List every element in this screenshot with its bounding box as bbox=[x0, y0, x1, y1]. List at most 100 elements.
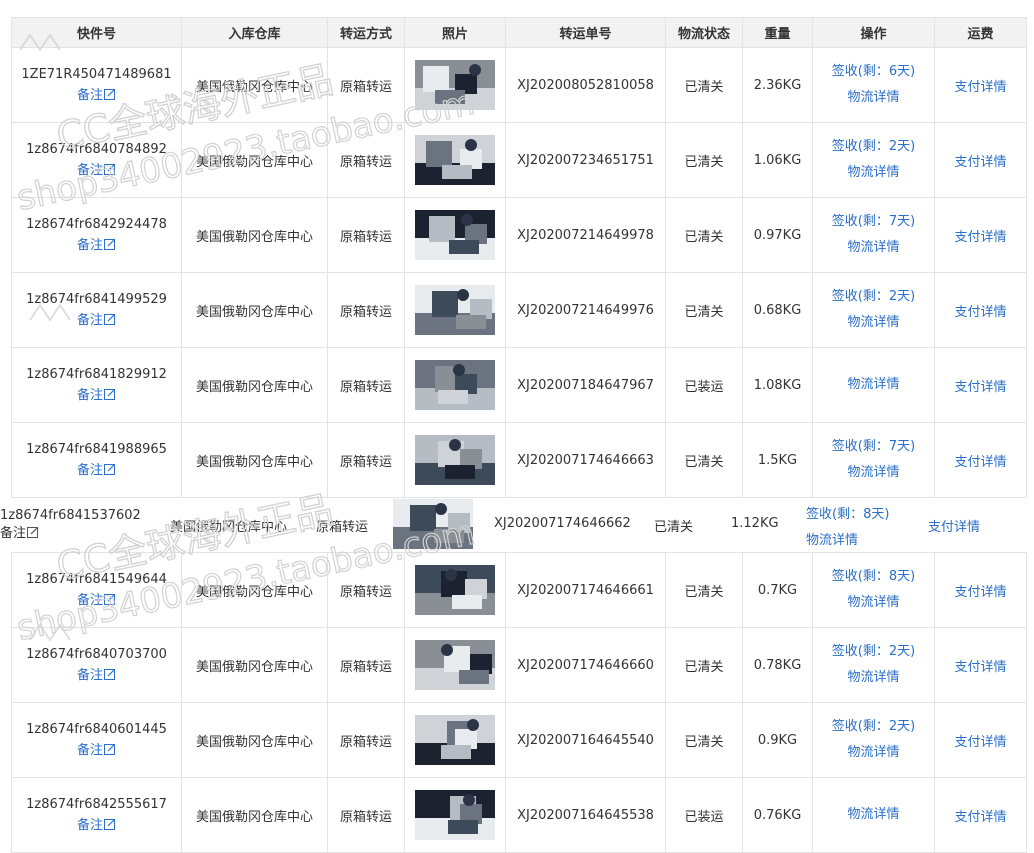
note-button[interactable]: 备注 bbox=[77, 161, 116, 181]
pay-detail-link[interactable]: 支付详情 bbox=[954, 810, 1006, 825]
note-button[interactable]: 备注 bbox=[77, 816, 116, 836]
package-photo[interactable] bbox=[415, 715, 495, 765]
logistics-detail-link[interactable]: 物流详情 bbox=[814, 802, 934, 828]
warehouse-name: 美国俄勒冈仓库中心 bbox=[195, 79, 313, 95]
note-label: 备注 bbox=[76, 743, 103, 758]
photo-cell bbox=[404, 272, 506, 348]
transfer-number: XJ202007174646663 bbox=[517, 452, 654, 468]
logistics-detail-link[interactable]: 物流详情 bbox=[814, 460, 934, 486]
package-photo[interactable] bbox=[415, 210, 495, 260]
logistics-detail-link[interactable]: 物流详情 bbox=[814, 160, 934, 186]
package-weight: 0.9KG bbox=[757, 732, 798, 748]
table-row: 1z8674fr6841829912 备注 美国俄勒冈仓库中心 原箱转运 XJ20200… bbox=[11, 347, 1027, 423]
sign-receipt-link[interactable]: 签收(剩：2天) bbox=[814, 284, 934, 310]
sign-receipt-link[interactable]: 签收(剩：8天) bbox=[814, 564, 934, 590]
method-cell: 原箱转运 bbox=[327, 197, 405, 273]
sign-receipt-link[interactable]: 签收(剩：7天) bbox=[814, 434, 934, 460]
pay-detail-link[interactable]: 支付详情 bbox=[954, 305, 1006, 320]
note-button[interactable]: 备注 bbox=[77, 386, 116, 406]
table-row: 1z8674fr6841988965 备注 美国俄勒冈仓库中心 原箱转运 XJ20200… bbox=[11, 422, 1027, 498]
pay-detail-link[interactable]: 支付详情 bbox=[954, 380, 1006, 395]
tracking-number: 1z8674fr6841549644 bbox=[26, 572, 167, 587]
sign-receipt-link[interactable]: 签收(剩：2天) bbox=[814, 714, 934, 740]
table-row: 1z8674fr6841499529 备注 美国俄勒冈仓库中心 原箱转运 XJ20200… bbox=[11, 272, 1027, 348]
freight-cell: 支付详情 bbox=[934, 47, 1027, 123]
method-cell: 原箱转运 bbox=[327, 122, 405, 198]
freight-cell: 支付详情 bbox=[934, 347, 1027, 423]
package-photo[interactable] bbox=[415, 60, 495, 110]
logistics-detail-link[interactable]: 物流详情 bbox=[806, 529, 858, 548]
warehouse-cell: 美国俄勒冈仓库中心 bbox=[181, 122, 328, 198]
logistics-status: 已装运 bbox=[684, 379, 724, 395]
logistics-detail-link[interactable]: 物流详情 bbox=[814, 85, 934, 111]
edit-icon bbox=[104, 464, 115, 475]
freight-cell: 支付详情 bbox=[934, 552, 1027, 628]
package-photo[interactable] bbox=[415, 790, 495, 840]
note-button[interactable]: 备注 bbox=[77, 591, 116, 611]
tracking-cell: 1z8674fr6841829912 备注 bbox=[11, 347, 182, 423]
logistics-status: 已清关 bbox=[684, 584, 724, 600]
tracking-cell: 1z8674fr6842555617 备注 bbox=[11, 777, 182, 853]
note-button[interactable]: 备注 bbox=[77, 311, 116, 331]
note-label: 备注 bbox=[76, 668, 103, 683]
sign-receipt-link[interactable]: 签收(剩：8天) bbox=[806, 503, 889, 522]
sign-receipt-link[interactable]: 签收(剩：6天) bbox=[814, 59, 934, 85]
package-photo[interactable] bbox=[415, 565, 495, 615]
pay-detail-link[interactable]: 支付详情 bbox=[928, 516, 980, 535]
transfer-method: 原箱转运 bbox=[339, 584, 392, 600]
warehouse-cell: 美国俄勒冈仓库中心 bbox=[181, 422, 328, 498]
package-photo[interactable] bbox=[415, 435, 495, 485]
weight-cell: 0.7KG bbox=[742, 552, 813, 628]
actions-cell: 签收(剩：8天) 物流详情 bbox=[812, 552, 935, 628]
col-header-photo: 照片 bbox=[404, 17, 506, 48]
logistics-detail-link[interactable]: 物流详情 bbox=[814, 590, 934, 616]
pay-detail-link[interactable]: 支付详情 bbox=[954, 660, 1006, 675]
pay-detail-link[interactable]: 支付详情 bbox=[954, 735, 1006, 750]
edit-icon bbox=[104, 314, 115, 325]
sign-receipt-link[interactable]: 签收(剩：2天) bbox=[814, 639, 934, 665]
logistics-status: 已清关 bbox=[684, 659, 724, 675]
note-button[interactable]: 备注 bbox=[77, 461, 116, 481]
table-row: 1z8674fr6841549644 备注 美国俄勒冈仓库中心 原箱转运 XJ20200… bbox=[11, 552, 1027, 628]
method-cell: 原箱转运 bbox=[327, 422, 405, 498]
pay-detail-link[interactable]: 支付详情 bbox=[954, 230, 1006, 245]
actions-cell: 签收(剩：6天) 物流详情 bbox=[812, 47, 935, 123]
edit-icon bbox=[104, 744, 115, 755]
actions-cell: 签收(剩：2天) 物流详情 bbox=[812, 272, 935, 348]
pay-detail-link[interactable]: 支付详情 bbox=[954, 80, 1006, 95]
sign-receipt-link[interactable]: 签收(剩：2天) bbox=[814, 134, 934, 160]
logistics-detail-link[interactable]: 物流详情 bbox=[814, 372, 934, 398]
warehouse-name: 美国俄勒冈仓库中心 bbox=[195, 809, 313, 825]
pay-detail-link[interactable]: 支付详情 bbox=[954, 455, 1006, 470]
photo-cell bbox=[404, 627, 506, 703]
note-label: 备注 bbox=[76, 818, 103, 833]
transfer-method: 原箱转运 bbox=[339, 79, 392, 95]
actions-cell: 签收(剩：2天) 物流详情 bbox=[812, 702, 935, 778]
note-button[interactable]: 备注 bbox=[77, 741, 116, 761]
weight-cell: 0.76KG bbox=[742, 777, 813, 853]
package-photo[interactable] bbox=[415, 285, 495, 335]
edit-icon bbox=[104, 594, 115, 605]
logistics-status: 已清关 bbox=[684, 304, 724, 320]
note-button[interactable]: 备注 bbox=[77, 236, 116, 256]
note-button[interactable]: 备注 bbox=[77, 666, 116, 686]
logistics-detail-link[interactable]: 物流详情 bbox=[814, 235, 934, 261]
note-button[interactable]: 备注 bbox=[0, 525, 39, 543]
transfer-cell: XJ202007174646663 bbox=[505, 422, 666, 498]
transfer-method: 原箱转运 bbox=[339, 229, 392, 245]
tracking-cell: 1z8674fr6840784892 备注 bbox=[11, 122, 182, 198]
warehouse-name: 美国俄勒冈仓库中心 bbox=[195, 659, 313, 675]
note-button[interactable]: 备注 bbox=[77, 86, 116, 106]
note-label: 备注 bbox=[76, 88, 103, 103]
package-photo[interactable] bbox=[415, 640, 495, 690]
package-photo[interactable] bbox=[393, 499, 473, 549]
pay-detail-link[interactable]: 支付详情 bbox=[954, 155, 1006, 170]
package-photo[interactable] bbox=[415, 135, 495, 185]
logistics-detail-link[interactable]: 物流详情 bbox=[814, 310, 934, 336]
logistics-detail-link[interactable]: 物流详情 bbox=[814, 740, 934, 766]
pay-detail-link[interactable]: 支付详情 bbox=[954, 585, 1006, 600]
package-photo[interactable] bbox=[415, 360, 495, 410]
weight-cell: 1.08KG bbox=[742, 347, 813, 423]
logistics-detail-link[interactable]: 物流详情 bbox=[814, 665, 934, 691]
sign-receipt-link[interactable]: 签收(剩：7天) bbox=[814, 209, 934, 235]
